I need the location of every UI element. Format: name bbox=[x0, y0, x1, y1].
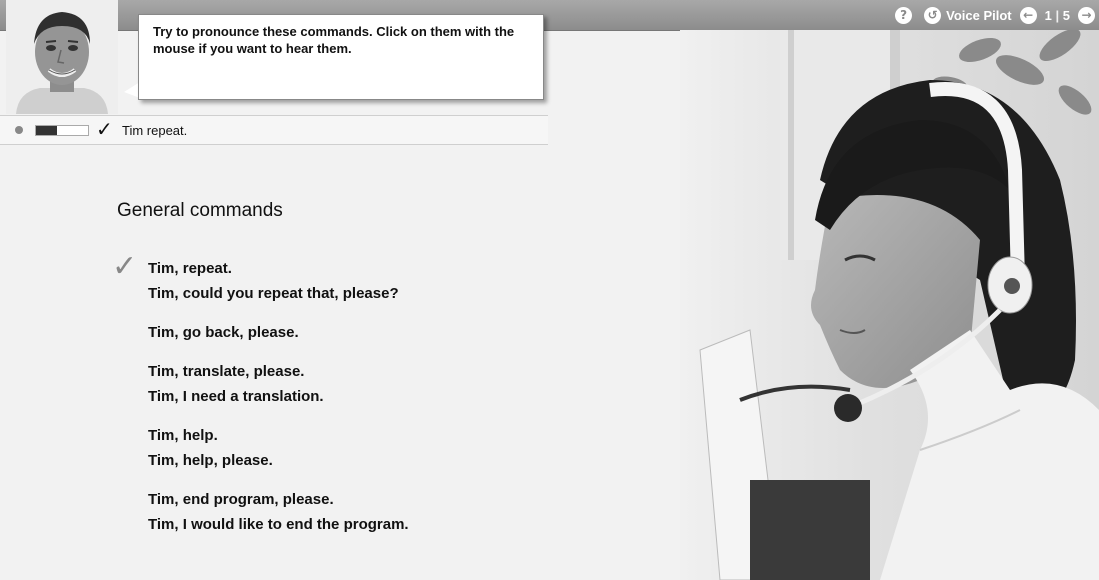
command-list: Tim, repeat. Tim, could you repeat that, … bbox=[148, 256, 668, 551]
help-icon[interactable]: ? bbox=[895, 6, 913, 24]
command-phrase[interactable]: Tim, end program, please. bbox=[148, 487, 668, 512]
level-meter-fill bbox=[36, 126, 57, 135]
checkmark-icon: ✓ bbox=[96, 117, 113, 141]
page-separator: | bbox=[1055, 7, 1060, 23]
voice-pilot-label: Voice Pilot bbox=[946, 7, 1012, 23]
instruction-text: Try to pronounce these commands. Click o… bbox=[153, 24, 515, 56]
voice-pilot-icon: ↺ bbox=[924, 6, 942, 24]
section-title: General commands bbox=[117, 200, 283, 221]
page-current: 1 bbox=[1044, 7, 1052, 23]
page-total: 5 bbox=[1062, 7, 1070, 23]
arrow-right-icon[interactable]: → bbox=[1078, 6, 1095, 24]
command-group: Tim, translate, please. Tim, I need a tra… bbox=[148, 359, 668, 409]
record-indicator bbox=[15, 126, 23, 134]
recognition-status-bar: ✓ Tim repeat. bbox=[0, 115, 548, 145]
command-phrase[interactable]: Tim, go back, please. bbox=[148, 320, 668, 345]
arrow-left-icon[interactable]: ← bbox=[1019, 6, 1037, 24]
command-group: Tim, help. Tim, help, please. bbox=[148, 423, 668, 473]
command-phrase[interactable]: Tim, repeat. bbox=[148, 256, 668, 281]
headset-user-photo bbox=[680, 30, 1099, 580]
command-group: Tim, end program, please. Tim, I would li… bbox=[148, 487, 668, 537]
voice-pilot-button[interactable]: ↺ Voice Pilot bbox=[924, 6, 1012, 24]
command-phrase[interactable]: Tim, help. bbox=[148, 423, 668, 448]
top-controls: ? ↺ Voice Pilot ← 1 | 5 → bbox=[895, 0, 1099, 30]
page-indicator: 1 | 5 bbox=[1045, 8, 1070, 23]
command-group: Tim, go back, please. bbox=[148, 320, 668, 345]
command-phrase[interactable]: Tim, I would like to end the program. bbox=[148, 512, 668, 537]
checkmark-icon: ✓ bbox=[112, 249, 138, 284]
level-meter bbox=[35, 125, 89, 136]
command-phrase[interactable]: Tim, help, please. bbox=[148, 448, 668, 473]
command-phrase[interactable]: Tim, translate, please. bbox=[148, 359, 668, 384]
tutor-avatar bbox=[6, 0, 118, 114]
command-phrase[interactable]: Tim, could you repeat that, please? bbox=[148, 281, 668, 306]
command-phrase[interactable]: Tim, I need a translation. bbox=[148, 384, 668, 409]
command-group: Tim, repeat. Tim, could you repeat that, … bbox=[148, 256, 668, 306]
speech-bubble: Try to pronounce these commands. Click o… bbox=[138, 14, 544, 100]
recognized-text: Tim repeat. bbox=[122, 123, 188, 138]
